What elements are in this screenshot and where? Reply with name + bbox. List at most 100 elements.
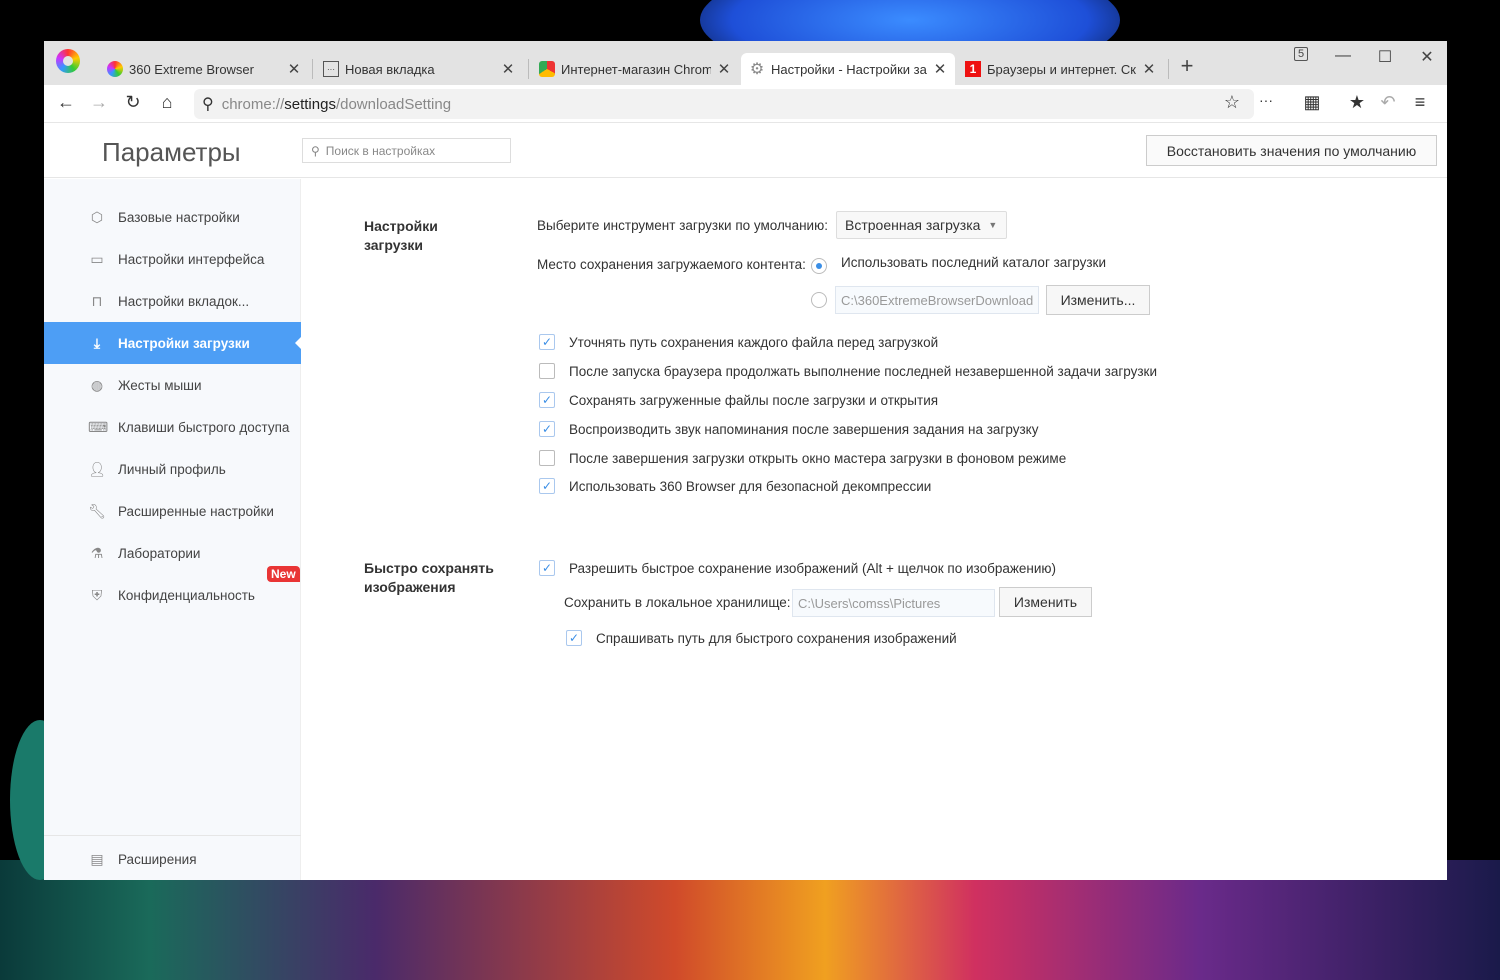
section-title-downloads: Настройки загрузки: [364, 218, 438, 253]
close-window-button[interactable]: ✕: [1412, 47, 1442, 67]
checkbox-box: ✓: [539, 334, 555, 350]
checkbox-play-sound[interactable]: ✓ Воспроизводить звук напоминания после з…: [539, 421, 1038, 437]
checkbox-box: ✓: [539, 560, 555, 576]
settings-header: Параметры ⚲ Поиск в настройках Восстанови…: [44, 123, 1447, 178]
sidebar-item-extensions[interactable]: ▤ Расширения: [44, 838, 301, 880]
tab[interactable]: Интернет-магазин Chrome ✕: [531, 53, 739, 85]
close-icon[interactable]: ✕: [1142, 60, 1156, 78]
checkbox-resume-downloads[interactable]: После запуска браузера продолжать выполн…: [539, 363, 1157, 379]
reset-defaults-button[interactable]: Восстановить значения по умолчанию: [1146, 135, 1437, 166]
sidebar-item-advanced[interactable]: 🔧︎ Расширенные настройки: [44, 490, 301, 532]
new-badge: New: [267, 566, 300, 582]
reload-button[interactable]: ↻: [121, 92, 145, 113]
sidebar-item-tabs[interactable]: ⊓ Настройки вкладок...: [44, 280, 301, 322]
page-title: Параметры: [102, 137, 241, 167]
maximize-button[interactable]: ☐: [1370, 47, 1400, 67]
bookmark-star-icon[interactable]: ☆: [1220, 92, 1244, 113]
extensions-icon: ▤: [90, 850, 104, 867]
download-icon: ⤓: [93, 334, 101, 351]
sidebar-item-profile[interactable]: 👤︎ Личный профиль: [44, 448, 301, 490]
checkbox-open-wizard[interactable]: После завершения загрузки открыть окно м…: [539, 450, 1066, 466]
checkbox-label: Сохранять загруженные файлы после загруз…: [569, 392, 939, 408]
undo-icon[interactable]: ↶: [1376, 92, 1400, 113]
tab-active[interactable]: ⚙ Настройки - Настройки загрузки ✕: [741, 53, 955, 85]
user-icon: 👤︎: [88, 460, 106, 477]
close-icon[interactable]: ✕: [717, 60, 731, 78]
sidebar-item-interface[interactable]: ▭ Настройки интерфейса: [44, 238, 301, 280]
shield-icon: ⛨: [91, 586, 103, 603]
home-button[interactable]: ⌂: [155, 92, 179, 113]
window-icon: ▭: [90, 250, 104, 267]
tab[interactable]: 1 Браузеры и интернет. Скачать ✕: [957, 53, 1164, 85]
checkbox-label: После завершения загрузки открыть окно м…: [569, 450, 1067, 466]
sidebar-item-mouse-gestures[interactable]: ◍ Жесты мыши: [44, 364, 301, 406]
checkbox-box: [539, 450, 555, 466]
tab[interactable]: 360 Extreme Browser ✕: [99, 53, 309, 85]
sidebar-item-shortcuts[interactable]: ⌨ Клавиши быстрого доступа: [44, 406, 301, 448]
close-icon[interactable]: ✕: [501, 60, 515, 78]
checkbox-safe-decompress[interactable]: ✓ Использовать 360 Browser для безопасной…: [539, 478, 931, 494]
address-bar[interactable]: ⚲ chrome://settings/downloadSetting: [194, 89, 1254, 119]
location-label: Место сохранения загружаемого контента:: [537, 257, 806, 272]
close-icon[interactable]: ✕: [933, 60, 947, 78]
download-path-input[interactable]: C:\360ExtremeBrowserDownload: [835, 286, 1039, 314]
checkbox-box: [539, 363, 555, 379]
radio-last-directory-label: Использовать последний каталог загрузки: [841, 255, 1106, 270]
toolbar: ← → ↻ ⌂ ⚲ chrome://settings/downloadSett…: [44, 85, 1447, 123]
sidebar-item-privacy[interactable]: ⛨ Конфиденциальность: [44, 574, 301, 616]
tab-title: Новая вкладка: [345, 61, 435, 77]
favorites-icon[interactable]: ★: [1345, 92, 1369, 113]
search-icon: ⚲: [202, 96, 214, 113]
tab-title: Браузеры и интернет. Скачать: [987, 61, 1136, 77]
radio-custom-directory[interactable]: [811, 292, 827, 308]
checkbox-keep-files[interactable]: ✓ Сохранять загруженные файлы после загру…: [539, 392, 938, 408]
back-button[interactable]: ←: [54, 92, 78, 113]
download-tool-select[interactable]: Встроенная загрузка ▼: [836, 211, 1007, 239]
new-tab-button[interactable]: +: [1172, 53, 1202, 79]
settings-search-input[interactable]: ⚲ Поиск в настройках: [302, 138, 511, 163]
sidebar-item-label: Настройки вкладок...: [118, 293, 250, 309]
sidebar-item-label: Лаборатории: [118, 545, 201, 561]
sidebar-item-basic[interactable]: ⬡ Базовые настройки: [44, 196, 301, 238]
search-placeholder: Поиск в настройках: [325, 143, 436, 158]
checkbox-label: Использовать 360 Browser для безопасной …: [569, 478, 932, 494]
forward-button[interactable]: →: [87, 92, 111, 113]
close-icon[interactable]: ✕: [287, 60, 301, 78]
download-tool-label: Выберите инструмент загрузки по умолчани…: [537, 218, 828, 233]
menu-icon[interactable]: ≡: [1408, 92, 1432, 113]
radio-last-directory[interactable]: [811, 258, 827, 274]
sidebar-item-label: Личный профиль: [118, 461, 226, 477]
section-title-images: Быстро сохранять изображения: [364, 560, 494, 595]
apps-grid-icon[interactable]: ▦: [1300, 92, 1324, 113]
change-download-path-button[interactable]: Изменить...: [1046, 285, 1150, 315]
url-prefix: chrome://: [221, 95, 285, 113]
site-1-icon: 1: [965, 61, 981, 77]
chrome-store-icon: [539, 61, 555, 77]
tab-title: Настройки - Настройки загрузки: [771, 61, 927, 77]
checkbox-ask-path[interactable]: ✓ Уточнять путь сохранения каждого файла …: [539, 334, 938, 350]
checkbox-box: ✓: [539, 421, 555, 437]
sidebar-item-downloads[interactable]: ⤓ Настройки загрузки: [44, 322, 301, 364]
checkbox-label: Воспроизводить звук напоминания после за…: [569, 421, 1039, 437]
keyboard-icon: ⌨: [88, 418, 109, 435]
tab-count-button[interactable]: 5: [1286, 47, 1316, 61]
checkbox-quick-save-images[interactable]: ✓ Разрешить быстрое сохранение изображени…: [539, 560, 1056, 576]
checkbox-box: ✓: [539, 392, 555, 408]
minimize-button[interactable]: —: [1328, 47, 1358, 65]
tab[interactable]: ··· Новая вкладка ✕: [315, 53, 523, 85]
sidebar-item-label: Настройки интерфейса: [118, 251, 265, 267]
tab-title: 360 Extreme Browser: [129, 61, 254, 77]
dropdown-arrow-icon: ▼: [988, 220, 998, 230]
checkbox-ask-image-path[interactable]: ✓ Спрашивать путь для быстрого сохранения…: [566, 630, 957, 646]
sidebar-item-label: Расширенные настройки: [118, 503, 274, 519]
new-tab-icon: ···: [323, 61, 339, 77]
image-path-input[interactable]: C:\Users\comss\Pictures: [792, 589, 995, 617]
tab-bar: 360 Extreme Browser ✕ ··· Новая вкладка ✕ И…: [44, 41, 1447, 85]
sidebar-item-label: Жесты мыши: [118, 377, 202, 393]
tab-icon: ⊓: [91, 292, 103, 309]
sidebar-item-labs[interactable]: ⚗ Лаборатории: [44, 532, 301, 574]
360-logo-icon[interactable]: [56, 49, 80, 73]
change-image-path-button[interactable]: Изменить: [999, 587, 1092, 617]
more-icon[interactable]: ···: [1254, 92, 1278, 108]
mouse-icon: ◍: [90, 376, 104, 393]
